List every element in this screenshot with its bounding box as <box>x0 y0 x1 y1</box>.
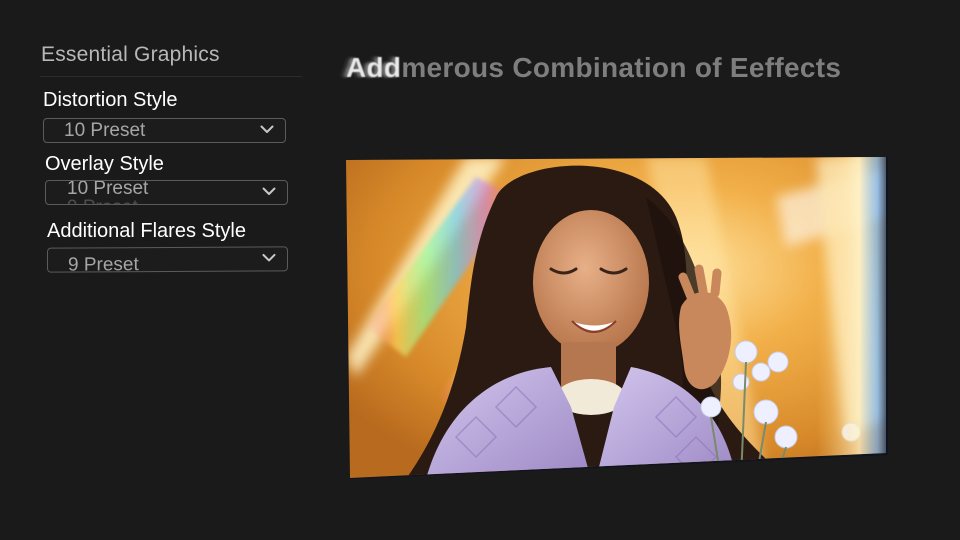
chevron-down-icon <box>260 125 274 133</box>
panel-divider <box>40 76 302 77</box>
dropdown-value-next: 9 Preset <box>67 197 138 204</box>
headline-animated-word: Add <box>346 52 402 83</box>
video-frame: Essential Graphics Distortion Style 10 P… <box>0 0 960 540</box>
dropdown-value: 10 Preset <box>64 120 146 141</box>
distortion-style-dropdown[interactable]: 10 Preset <box>43 118 286 143</box>
overlay-style-dropdown[interactable]: 10 Preset 9 Preset <box>45 180 288 205</box>
headline-rest: merous Combination of Eeffects <box>401 52 842 83</box>
headline: Addmerous Combination of Eeffects <box>346 52 841 84</box>
dropdown-value: 9 Preset <box>68 254 139 273</box>
chevron-down-icon <box>262 187 276 195</box>
overlay-style-label: Overlay Style <box>45 153 164 175</box>
panel-title: Essential Graphics <box>41 43 220 66</box>
distortion-style-label: Distortion Style <box>43 89 178 111</box>
chevron-down-icon <box>262 253 276 262</box>
additional-flares-style-label: Additional Flares Style <box>47 220 246 242</box>
preview-card <box>346 157 888 479</box>
additional-flares-style-dropdown[interactable]: 9 Preset <box>47 246 288 273</box>
woman-with-flowers-photo <box>346 157 888 479</box>
